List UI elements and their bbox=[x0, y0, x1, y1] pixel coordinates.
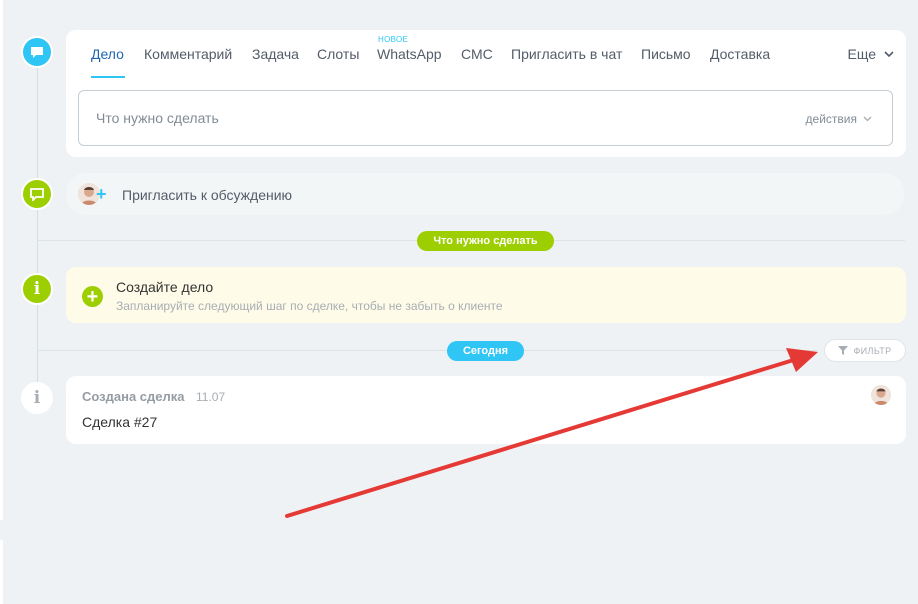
today-section-pill: Сегодня bbox=[447, 341, 524, 361]
filter-label: ФИЛЬТР bbox=[853, 345, 892, 356]
todo-placeholder: Что нужно сделать bbox=[96, 110, 219, 126]
new-badge: НОВОЕ bbox=[378, 35, 409, 44]
tab-0[interactable]: Дело bbox=[91, 46, 124, 62]
create-task-title: Создайте дело bbox=[116, 279, 214, 295]
chevron-down-icon bbox=[884, 50, 894, 57]
todo-section-label: Что нужно сделать bbox=[433, 235, 538, 247]
today-section-label: Сегодня bbox=[462, 345, 509, 357]
section-divider bbox=[37, 350, 817, 351]
info-icon-green: i bbox=[21, 273, 53, 305]
activity-chat-icon bbox=[21, 36, 53, 68]
author-avatar[interactable] bbox=[871, 385, 891, 405]
tab-2[interactable]: Задача bbox=[252, 46, 299, 62]
todo-section-pill: Что нужно сделать bbox=[417, 231, 554, 251]
todo-input[interactable]: Что нужно сделать действия bbox=[78, 90, 893, 146]
active-tab-underline bbox=[91, 76, 125, 78]
chevron-down-icon bbox=[863, 116, 872, 122]
invite-label: Пригласить к обсуждению bbox=[122, 187, 293, 203]
left-panel-edge bbox=[0, 0, 3, 520]
info-icon-grey: i bbox=[21, 382, 53, 414]
comment-icon bbox=[21, 178, 53, 210]
tab-6[interactable]: Пригласить в чат bbox=[511, 46, 622, 62]
add-task-icon[interactable]: + bbox=[82, 286, 103, 307]
activity-tabs: Дело Комментарий Задача Слоты WhatsApp НОВОЕ С… bbox=[66, 30, 906, 78]
more-label: Еще bbox=[847, 46, 877, 62]
tab-5[interactable]: СМС bbox=[461, 46, 493, 62]
deal-created-event-card: Создана сделка 11.07 Сделка #27 bbox=[66, 376, 906, 444]
filter-icon bbox=[838, 346, 849, 355]
create-task-subtitle: Запланируйте следующий шаг по сделке, чт… bbox=[116, 299, 503, 313]
deal-event-time: 11.07 bbox=[196, 390, 226, 404]
actions-dropdown[interactable]: действия bbox=[806, 112, 872, 126]
tab-3[interactable]: Слоты bbox=[317, 46, 359, 62]
tab-7[interactable]: Письмо bbox=[641, 46, 691, 62]
left-panel-edge-bottom bbox=[0, 540, 3, 604]
invite-to-discussion-bar[interactable]: + Пригласить к обсуждению bbox=[66, 173, 904, 215]
actions-label: действия bbox=[805, 112, 857, 126]
add-participant-icon[interactable]: + bbox=[96, 185, 107, 203]
tab-8[interactable]: Доставка bbox=[710, 46, 770, 62]
deal-name-link[interactable]: Сделка #27 bbox=[82, 414, 157, 430]
more-tabs-button[interactable]: Еще bbox=[848, 46, 895, 62]
create-task-card[interactable]: + Создайте дело Запланируйте следующий ш… bbox=[66, 267, 906, 323]
deal-event-title: Создана сделка bbox=[82, 389, 185, 404]
filter-button[interactable]: ФИЛЬТР bbox=[824, 339, 906, 362]
activity-editor-card: Дело Комментарий Задача Слоты WhatsApp НОВОЕ С… bbox=[66, 30, 906, 157]
tab-4[interactable]: WhatsApp bbox=[377, 46, 442, 62]
tab-1[interactable]: Комментарий bbox=[144, 46, 232, 62]
